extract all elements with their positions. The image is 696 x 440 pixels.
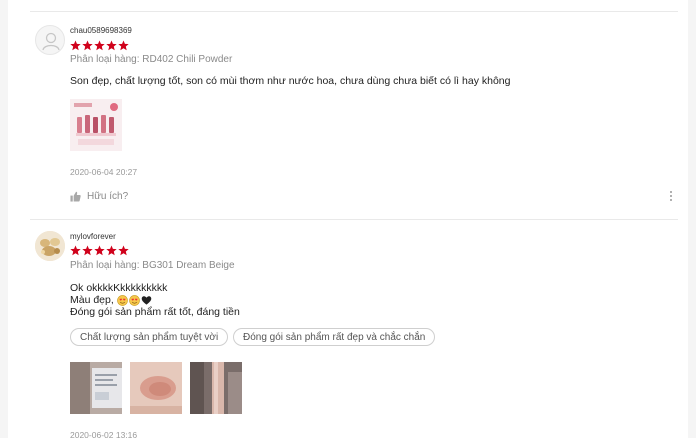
review-comment-line: Đóng gói sản phẩm rất tốt, đáng tiền — [70, 306, 240, 318]
review-divider — [30, 219, 678, 220]
review-tag: Chất lượng sản phẩm tuyệt vời — [70, 328, 229, 346]
star-icon — [82, 245, 93, 256]
star-icon — [70, 245, 81, 256]
page-left-margin — [0, 0, 8, 438]
reviewer-name[interactable]: chau0589698369 — [70, 26, 132, 35]
review-photo[interactable] — [70, 362, 122, 414]
helpful-label: Hữu ích? — [87, 191, 129, 202]
star-icon — [106, 245, 117, 256]
star-icon — [94, 40, 105, 51]
top-divider — [30, 11, 678, 12]
star-icon — [70, 40, 81, 51]
more-options-icon[interactable] — [670, 191, 674, 203]
star-icon — [118, 245, 129, 256]
heart-eyes-emoji — [128, 294, 140, 306]
avatar[interactable] — [35, 231, 65, 261]
star-icon — [118, 40, 129, 51]
review-photo[interactable] — [190, 362, 242, 414]
page-right-margin — [688, 0, 696, 438]
review-photo[interactable] — [70, 99, 122, 151]
review-timestamp: 2020-06-04 20:27 — [70, 167, 138, 177]
review-comment: Son đẹp, chất lượng tốt, son có mùi thơm… — [70, 75, 511, 87]
emoji-group — [116, 294, 152, 306]
reviewer-name[interactable]: mylovforever — [70, 232, 116, 241]
review-photo[interactable] — [130, 362, 182, 414]
star-icon — [94, 245, 105, 256]
default-user-icon[interactable] — [35, 25, 65, 55]
product-variation: Phân loại hàng: BG301 Dream Beige — [70, 260, 235, 271]
star-icon — [106, 40, 117, 51]
rating-stars — [70, 40, 129, 51]
review-comment-text: Màu đẹp, — [70, 294, 114, 306]
heart-eyes-emoji — [116, 294, 128, 306]
helpful-button[interactable]: Hữu ích? — [70, 191, 128, 202]
review-timestamp: 2020-06-02 13:16 — [70, 430, 138, 440]
thumbs-up-icon — [70, 191, 81, 202]
black-heart-emoji — [141, 296, 151, 305]
product-variation: Phân loại hàng: RD402 Chili Powder — [70, 54, 233, 65]
star-icon — [82, 40, 93, 51]
review-tag: Đóng gói sản phẩm rất đẹp và chắc chắn — [233, 328, 436, 346]
rating-stars — [70, 245, 129, 256]
